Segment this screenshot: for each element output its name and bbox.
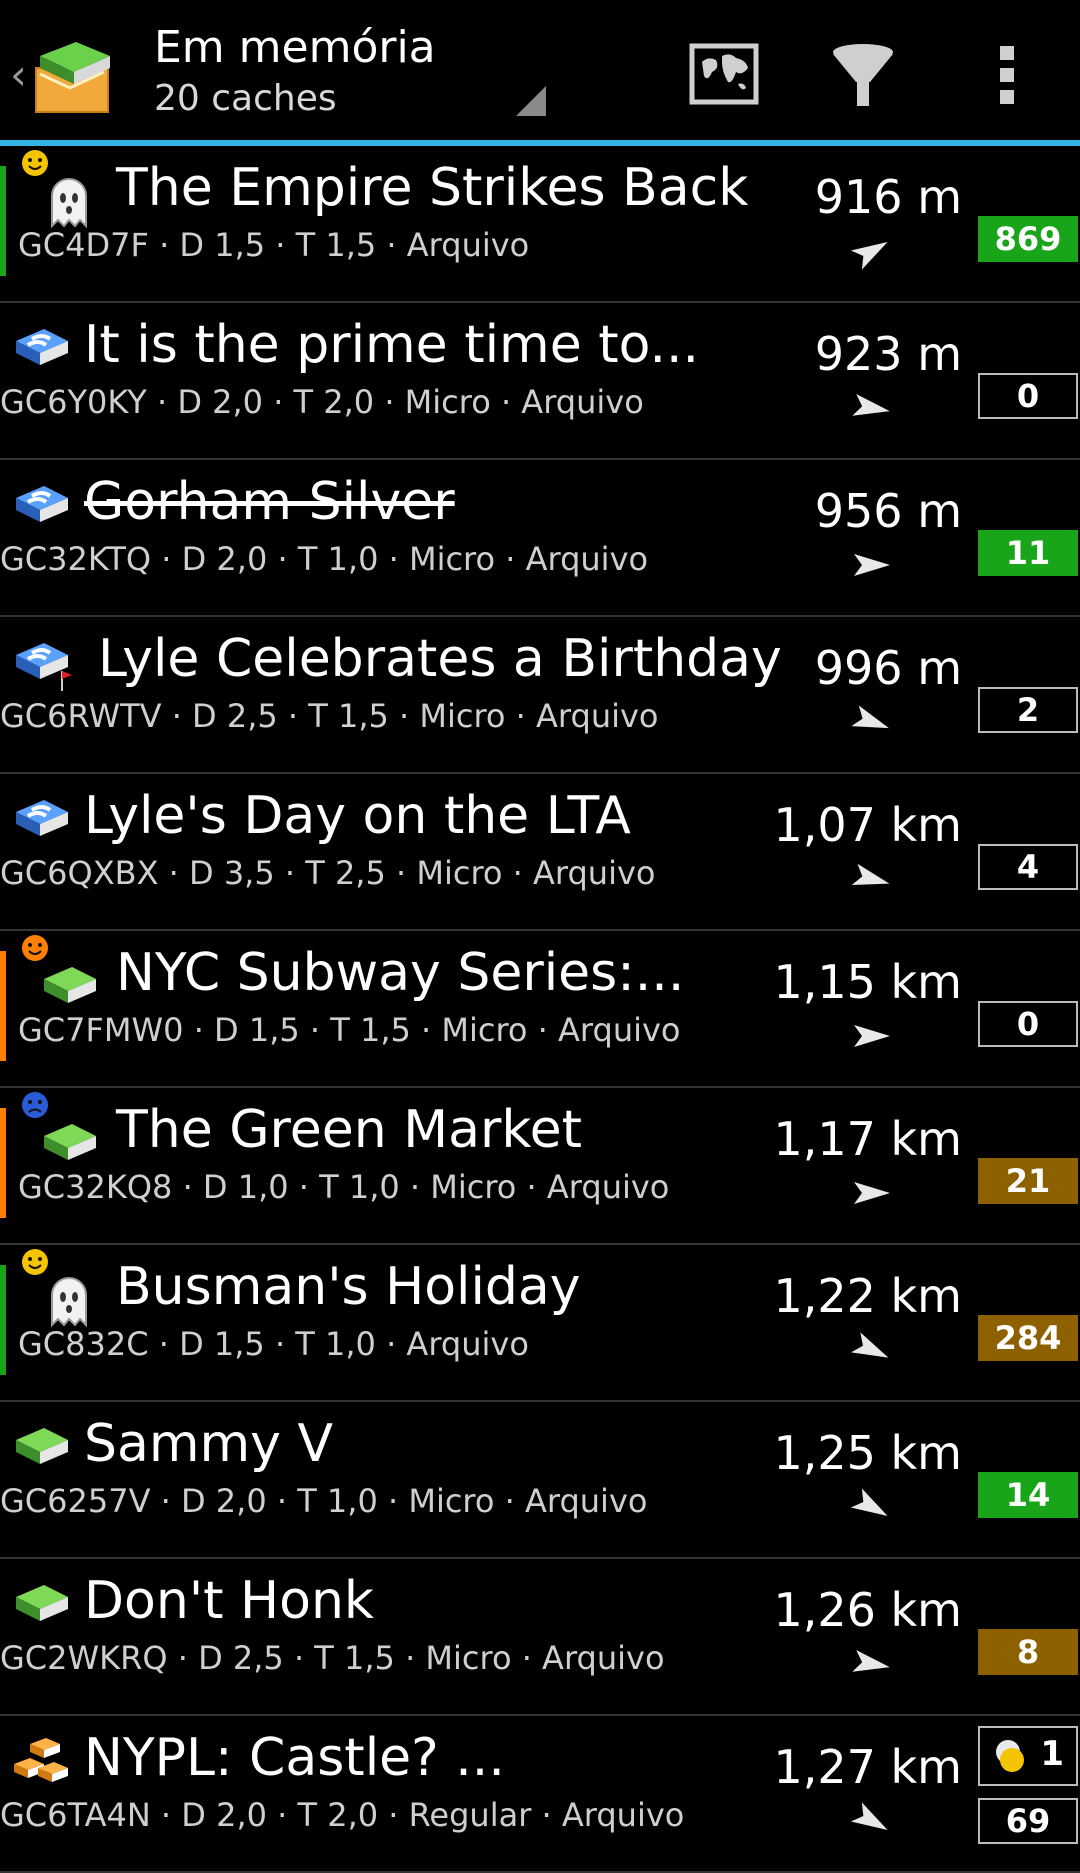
multi-cache-flag-icon (10, 631, 72, 693)
cache-list: The Empire Strikes Back GC4D7F · D 1,5 · … (0, 146, 1080, 1873)
event-cache-icon (10, 1730, 72, 1792)
traditional-cache-icon (10, 1573, 72, 1635)
cache-status-bar (0, 166, 6, 276)
cache-name: The Empire Strikes Back (116, 158, 749, 218)
cache-name: The Green Market (116, 1100, 582, 1160)
cache-row[interactable]: Lyle's Day on the LTA GC6QXBX · D 3,5 · T… (0, 774, 1080, 931)
cache-status-bar (0, 1108, 6, 1218)
direction-arrow-icon (851, 705, 889, 729)
back-caret-icon[interactable]: ‹ (10, 50, 27, 99)
direction-arrow-icon (854, 1182, 890, 1204)
cache-distance: 1,27 km (773, 1740, 963, 1794)
cache-distance: 1,17 km (773, 1112, 963, 1166)
cache-row[interactable]: NYC Subway Series:... GC7FMW0 · D 1,5 · T… (0, 931, 1080, 1088)
cache-name: Sammy V (84, 1414, 334, 1474)
cache-distance: 1,25 km (773, 1426, 963, 1480)
cache-distance: 956 m (814, 484, 962, 538)
cache-row[interactable]: Gorham Silver GC32KTQ · D 2,0 · T 1,0 · M… (0, 460, 1080, 617)
cache-distance: 1,07 km (773, 798, 963, 852)
cache-count: 20 caches (154, 78, 337, 119)
multi-cache-icon (10, 317, 72, 379)
cache-row[interactable]: The Green Market GC32KQ8 · D 1,0 · T 1,0 … (0, 1088, 1080, 1245)
find-count-badge: 14 (978, 1472, 1078, 1518)
traditional-cache-icon (38, 1112, 100, 1174)
cache-info: GC4D7F · D 1,5 · T 1,5 · Arquivo (18, 226, 530, 264)
cache-distance: 923 m (814, 327, 962, 381)
cache-info: GC6QXBX · D 3,5 · T 2,5 · Micro · Arquiv… (0, 854, 656, 892)
find-count-badge: 0 (978, 373, 1078, 419)
cache-info: GC7FMW0 · D 1,5 · T 1,5 · Micro · Arquiv… (18, 1011, 681, 1049)
find-count-badge: 4 (978, 844, 1078, 890)
find-count-badge: 284 (978, 1315, 1078, 1361)
find-count-badge: 2 (978, 687, 1078, 733)
cache-info: GC32KTQ · D 2,0 · T 1,0 · Micro · Arquiv… (0, 540, 649, 578)
direction-arrow-icon (850, 1802, 888, 1830)
list-title: Em memória (154, 22, 436, 73)
cache-row[interactable]: NYPL: Castle? ... GC6TA4N · D 2,0 · T 2,0… (0, 1716, 1080, 1873)
direction-arrow-icon (851, 863, 890, 885)
cache-info: GC2WKRQ · D 2,5 · T 1,5 · Micro · Arquiv… (0, 1639, 665, 1677)
cache-name: Don't Honk (84, 1571, 375, 1631)
direction-arrow-icon (852, 1650, 890, 1672)
traditional-cache-icon (10, 1416, 72, 1478)
find-count-badge: 69 (978, 1798, 1078, 1844)
cache-info: GC832C · D 1,5 · T 1,0 · Arquivo (18, 1325, 529, 1363)
multi-cache-icon (10, 788, 72, 850)
cache-row[interactable]: Don't Honk GC2WKRQ · D 2,5 · T 1,5 · Micr… (0, 1559, 1080, 1716)
cache-row[interactable]: It is the prime time to... GC6Y0KY · D 2,… (0, 303, 1080, 460)
map-icon[interactable] (688, 38, 762, 112)
cache-name: Gorham Silver (84, 472, 455, 532)
cache-distance: 1,15 km (773, 955, 963, 1009)
ghost-icon (38, 170, 100, 232)
trackable-coin-icon (996, 1740, 1024, 1772)
cache-row[interactable]: Sammy V GC6257V · D 2,0 · T 1,0 · Micro ·… (0, 1402, 1080, 1559)
cache-row[interactable]: Busman's Holiday GC832C · D 1,5 · T 1,0 ·… (0, 1245, 1080, 1402)
direction-arrow-icon (854, 1025, 890, 1047)
trackable-count: 1 (1040, 1734, 1064, 1774)
multi-cache-icon (10, 474, 72, 536)
cache-name: NYPL: Castle? ... (84, 1728, 505, 1788)
cache-status-bar (0, 1265, 6, 1375)
spinner-arrow-icon[interactable] (516, 86, 546, 116)
find-count-badge: 869 (978, 216, 1078, 262)
direction-arrow-icon (854, 554, 890, 576)
cache-info: GC6TA4N · D 2,0 · T 2,0 · Regular · Arqu… (0, 1796, 685, 1834)
cache-name: Lyle Celebrates a Birthday (98, 629, 782, 689)
overflow-menu-icon[interactable] (978, 38, 1038, 112)
direction-arrow-icon (852, 394, 890, 416)
cache-name: NYC Subway Series:... (116, 943, 685, 1003)
cache-info: GC6RWTV · D 2,5 · T 1,5 · Micro · Arquiv… (0, 697, 659, 735)
find-count-badge: 8 (978, 1629, 1078, 1675)
cache-distance: 916 m (814, 170, 962, 224)
cache-info: GC6Y0KY · D 2,0 · T 2,0 · Micro · Arquiv… (0, 383, 644, 421)
cache-info: GC32KQ8 · D 1,0 · T 1,0 · Micro · Arquiv… (18, 1168, 670, 1206)
filter-icon[interactable] (826, 38, 900, 112)
action-bar: ‹ Em memória 20 caches (0, 0, 1080, 146)
find-count-badge: 21 (978, 1158, 1078, 1204)
traditional-cache-icon (38, 955, 100, 1017)
cache-info: GC6257V · D 2,0 · T 1,0 · Micro · Arquiv… (0, 1482, 648, 1520)
list-title-spinner[interactable]: Em memória 20 caches (154, 20, 436, 122)
trackable-inventory-badge: 1 (978, 1726, 1078, 1786)
direction-arrow-icon (850, 1488, 888, 1516)
cache-name: Busman's Holiday (116, 1257, 581, 1317)
find-count-badge: 11 (978, 530, 1078, 576)
cache-status-bar (0, 951, 6, 1061)
cache-name: It is the prime time to... (84, 315, 700, 375)
cache-distance: 996 m (814, 641, 962, 695)
cache-row[interactable]: The Empire Strikes Back GC4D7F · D 1,5 · … (0, 146, 1080, 303)
app-logo-icon[interactable] (30, 30, 116, 116)
find-count-badge: 0 (978, 1001, 1078, 1047)
cache-row[interactable]: Lyle Celebrates a Birthday GC6RWTV · D 2,… (0, 617, 1080, 774)
cache-distance: 1,26 km (773, 1583, 963, 1637)
cache-distance: 1,22 km (773, 1269, 963, 1323)
cache-name: Lyle's Day on the LTA (84, 786, 631, 846)
ghost-icon (38, 1269, 100, 1331)
direction-arrow-icon (850, 242, 888, 270)
direction-arrow-icon (851, 1332, 889, 1358)
